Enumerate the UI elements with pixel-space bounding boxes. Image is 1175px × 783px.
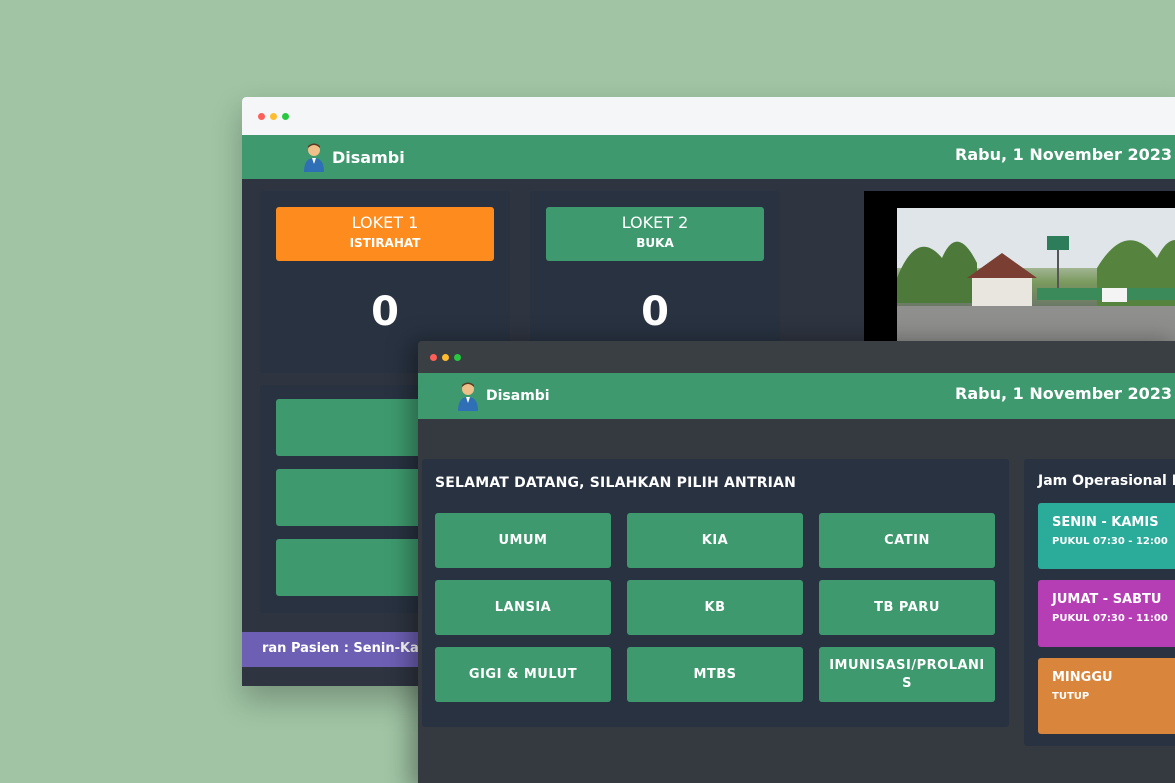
- hours-title: Jam Operasional P: [1038, 473, 1175, 489]
- hours-days: SENIN - KAMIS: [1052, 515, 1159, 530]
- counter-number: 0: [371, 289, 399, 335]
- close-dot-icon[interactable]: [258, 113, 265, 120]
- brand[interactable]: Disambi: [456, 381, 550, 411]
- counter-number: 0: [641, 289, 669, 335]
- queue-button-imunisasi-prolanis[interactable]: IMUNISASI/PROLANIS: [819, 647, 995, 702]
- queue-button-umum[interactable]: UMUM: [435, 513, 611, 568]
- brand[interactable]: Disambi: [302, 142, 405, 172]
- kiosk-window: Disambi Rabu, 1 November 2023 SELAMAT DA…: [418, 341, 1175, 783]
- welcome-title: SELAMAT DATANG, SILAHKAN PILIH ANTRIAN: [435, 475, 797, 491]
- current-date: Rabu, 1 November 2023: [955, 145, 1172, 164]
- hours-card-senin-kamis: SENIN - KAMIS PUKUL 07:30 - 12:00: [1038, 503, 1175, 569]
- hours-time: PUKUL 07:30 - 11:00: [1052, 613, 1168, 624]
- current-date: Rabu, 1 November 2023: [955, 384, 1172, 403]
- counter-status: ISTIRAHAT: [349, 236, 421, 250]
- app-name: Disambi: [486, 388, 550, 404]
- queue-button-kia[interactable]: KIA: [627, 513, 803, 568]
- minimize-dot-icon[interactable]: [442, 354, 449, 361]
- queue-button-lansia[interactable]: LANSIA: [435, 580, 611, 635]
- operating-hours-panel: Jam Operasional P SENIN - KAMIS PUKUL 07…: [1024, 459, 1175, 746]
- queue-button-tb-paru[interactable]: TB PARU: [819, 580, 995, 635]
- queue-button-gigi-mulut[interactable]: GIGI & MULUT: [435, 647, 611, 702]
- counter-status: BUKA: [636, 236, 674, 250]
- officer-avatar-icon: [304, 143, 324, 172]
- app-name: Disambi: [332, 147, 405, 167]
- hours-card-jumat-sabtu: JUMAT - SABTU PUKUL 07:30 - 11:00: [1038, 580, 1175, 647]
- video-player[interactable]: [864, 191, 1175, 351]
- app-header: Disambi Rabu, 1 November 2023: [418, 373, 1175, 419]
- minimize-dot-icon[interactable]: [270, 113, 277, 120]
- hours-days: MINGGU: [1052, 670, 1113, 685]
- counter-title: LOKET 2: [621, 213, 689, 232]
- queue-selection-panel: SELAMAT DATANG, SILAHKAN PILIH ANTRIAN U…: [422, 459, 1009, 727]
- hours-time: TUTUP: [1052, 691, 1090, 702]
- officer-avatar-icon: [458, 382, 478, 411]
- maximize-dot-icon[interactable]: [282, 113, 289, 120]
- queue-button-catin[interactable]: CATIN: [819, 513, 995, 568]
- window-titlebar: [418, 341, 1175, 373]
- app-header: Disambi Rabu, 1 November 2023: [242, 135, 1175, 179]
- maximize-dot-icon[interactable]: [454, 354, 461, 361]
- counter-header: LOKET 2 BUKA: [546, 207, 764, 261]
- window-titlebar: [242, 97, 1175, 135]
- close-dot-icon[interactable]: [430, 354, 437, 361]
- counter-title: LOKET 1: [351, 213, 419, 232]
- queue-button-kb[interactable]: KB: [627, 580, 803, 635]
- queue-button-mtbs[interactable]: MTBS: [627, 647, 803, 702]
- hours-time: PUKUL 07:30 - 12:00: [1052, 536, 1168, 547]
- counter-header: LOKET 1 ISTIRAHAT: [276, 207, 494, 261]
- facility-photo: [897, 208, 1175, 343]
- hours-card-minggu: MINGGU TUTUP: [1038, 658, 1175, 734]
- clinic-building-image: [897, 208, 1175, 343]
- hours-days: JUMAT - SABTU: [1052, 592, 1162, 607]
